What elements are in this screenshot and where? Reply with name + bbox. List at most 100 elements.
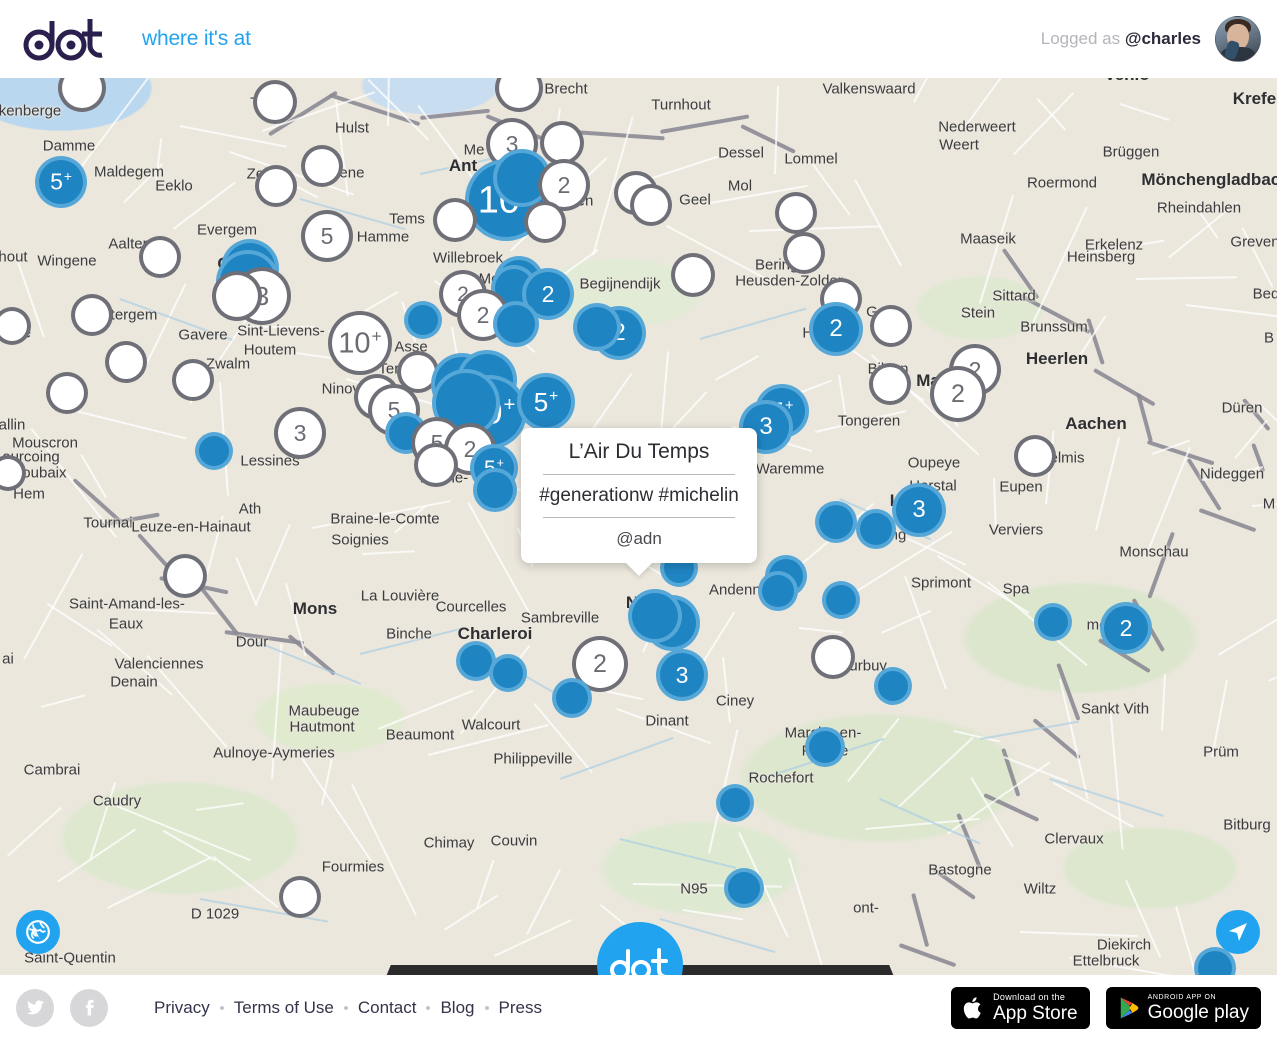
map-cluster-marker[interactable]: 2 [576,640,624,688]
map-point-marker[interactable] [497,305,535,343]
map-point-marker[interactable] [257,84,293,120]
app-store-small-label: Download on the [993,991,1066,1002]
footer-link-privacy[interactable]: Privacy [144,998,220,1018]
map-point-marker[interactable] [497,153,547,203]
map-point-marker[interactable] [283,880,317,914]
map-point-marker[interactable] [176,363,210,397]
marker-plus-sign: + [503,393,516,416]
marker-count: 2 [829,315,843,342]
marker-count: 2 [541,280,555,307]
map-cluster-marker[interactable]: 2 [1104,606,1148,650]
map-point-marker[interactable] [873,367,907,401]
world-view-button[interactable] [16,910,60,954]
map-point-marker[interactable] [878,671,908,701]
map-point-marker[interactable] [75,298,109,332]
marker-count: 2 [476,301,490,328]
dot-logo-icon [23,19,103,61]
map-point-marker[interactable] [728,872,760,904]
map-point-marker[interactable] [819,505,853,539]
map-point-marker[interactable] [779,196,813,230]
map-point-marker[interactable] [556,682,588,714]
map-point-marker[interactable] [216,275,258,317]
marker-plus-sign: + [496,456,505,470]
place-popup[interactable]: L’Air Du Temps #generationw #michelin @a… [521,428,757,576]
twitter-button[interactable] [16,988,54,1027]
map-point-marker[interactable] [632,593,678,639]
marker-count: 5+ [533,387,559,417]
map-cluster-marker[interactable]: 3 [278,411,322,455]
marker-count: 3 [293,419,307,446]
map-point-marker[interactable] [437,202,473,238]
map-point-marker[interactable] [305,149,339,183]
map-point-marker[interactable] [259,169,293,203]
map-point-marker[interactable] [577,307,617,347]
marker-count: 3 [912,496,926,523]
footer-link-blog[interactable]: Blog [430,998,484,1018]
locate-me-button[interactable] [1216,910,1260,954]
map-point-marker[interactable] [544,125,580,161]
map-point-marker[interactable] [675,257,711,293]
map-cluster-marker[interactable]: 5+ [521,377,571,427]
map-point-marker[interactable] [167,558,203,594]
app-store-badge[interactable]: Download on the App Store [951,986,1090,1029]
popup-handle[interactable]: @adn [537,518,741,549]
marker-count: 2 [557,171,571,198]
map-point-marker[interactable] [809,731,841,763]
google-play-badge[interactable]: ANDROID APP ON Google play [1105,986,1261,1029]
google-play-small-label: ANDROID APP ON [1147,993,1217,1001]
marker-plus-sign: + [63,169,72,185]
footer-link-terms-of-use[interactable]: Terms of Use [224,998,344,1018]
map-point-marker[interactable] [634,188,668,222]
map-canvas[interactable]: BrechtTurnhoutValkenswaardVenloKrefeldHu… [0,78,1277,975]
marker-count: 2 [1119,614,1133,641]
map-point-marker[interactable] [720,788,750,818]
map-point-marker[interactable] [1018,439,1052,473]
app-footer: Privacy Terms of Use Contact Blog Press Down… [0,975,1277,1040]
map-point-marker[interactable] [418,447,454,483]
tagline: where it's at [142,27,251,50]
map-cluster-marker[interactable]: 2 [542,163,586,207]
map-point-marker[interactable] [143,240,177,274]
map-point-marker[interactable] [460,645,492,677]
map-point-marker[interactable] [826,585,856,615]
footer-link-press[interactable]: Press [489,998,552,1018]
map-cluster-marker[interactable]: 2 [526,272,570,316]
avatar[interactable] [1215,16,1261,62]
globe-icon [26,920,50,944]
map-point-marker[interactable] [401,355,435,389]
map-cluster-marker[interactable]: 2 [813,306,859,352]
map-point-marker[interactable] [528,205,562,239]
facebook-button[interactable] [70,988,108,1027]
map-point-marker[interactable] [860,513,892,545]
marker-count: 2 [463,435,477,462]
header-right: Logged as @charles [1041,16,1261,62]
popup-tags[interactable]: #generationw #michelin [537,475,741,517]
map-point-marker[interactable] [477,472,513,508]
marker-plus-sign: + [549,388,559,406]
map-point-marker[interactable] [408,305,438,335]
map-point-marker[interactable] [815,639,851,675]
map-point-marker[interactable] [874,309,908,343]
map-point-marker[interactable] [1038,607,1068,637]
map-point-marker[interactable] [762,575,794,607]
map-point-marker[interactable] [493,658,523,688]
map-cluster-marker[interactable]: 3 [660,653,704,697]
map-cluster-marker[interactable]: 10+ [332,315,388,371]
map-road [246,326,316,328]
footer-link-contact[interactable]: Contact [348,998,427,1018]
marker-plus-sign: + [371,325,382,346]
map-point-marker[interactable] [109,345,143,379]
app-store-big-label: App Store [993,1002,1078,1024]
map-point-marker[interactable] [199,436,229,466]
map-cluster-marker[interactable]: 2 [934,370,982,418]
logged-in-status: Logged as @charles [1041,29,1201,49]
map-cluster-marker[interactable]: 5 [305,214,349,258]
map-cluster-marker[interactable]: 5+ [39,160,83,204]
map-point-marker[interactable] [787,236,821,270]
map-cluster-marker[interactable]: 3 [896,487,942,533]
map-point-marker[interactable] [50,376,84,410]
username[interactable]: @charles [1125,29,1201,48]
store-badges: Download on the App Store ANDROID APP ON… [951,986,1261,1029]
logo[interactable] [18,13,122,65]
popup-pointer [625,562,653,576]
